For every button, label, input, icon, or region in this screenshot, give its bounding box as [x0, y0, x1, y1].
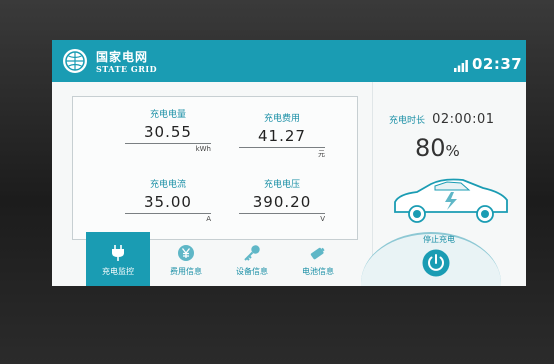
plug-icon	[112, 245, 124, 261]
metric-voltage: 充电电压 390.20 V	[239, 177, 325, 223]
car-charging-icon	[394, 178, 508, 223]
battery-icon	[310, 247, 325, 260]
charge-percent-value: 80	[415, 134, 446, 162]
metric-label: 充电电流	[149, 180, 186, 190]
charge-percent-unit: %	[445, 142, 460, 160]
tab-charging-monitor[interactable]: 充电监控	[86, 232, 150, 286]
metric-unit: kWh	[195, 145, 211, 153]
key-icon	[244, 245, 260, 261]
bottom-tab-bar: 充电监控 费用信息 设备信息 电池信息	[86, 232, 350, 286]
tab-cost-info[interactable]: 费用信息	[154, 232, 218, 286]
header-bar: 国家电网 STATE GRID 02:37	[52, 40, 526, 82]
yen-coin-icon	[178, 245, 194, 261]
metric-value: 41.27	[239, 127, 325, 148]
metric-label: 充电电量	[149, 110, 186, 120]
tab-label: 电池信息	[302, 267, 334, 276]
tab-device-info[interactable]: 设备信息	[220, 232, 284, 286]
tab-label: 充电监控	[102, 267, 134, 276]
signal-strength-icon	[454, 60, 468, 72]
power-button-icon[interactable]	[421, 248, 451, 278]
brand-name-cn: 国家电网	[96, 50, 149, 64]
charge-percent: 80%	[415, 134, 460, 162]
main-content: 充电电量 30.55 kWh 充电费用 41.27 元 充电电流 35.00 A…	[52, 82, 526, 286]
metric-value: 390.20	[239, 193, 325, 214]
clock-time: 02:37	[472, 55, 523, 73]
metrics-panel: 充电电量 30.55 kWh 充电费用 41.27 元 充电电流 35.00 A…	[72, 96, 358, 240]
metric-unit: V	[320, 215, 325, 223]
metric-cost: 充电费用 41.27 元	[239, 111, 325, 159]
metric-value: 35.00	[125, 193, 211, 214]
stop-charging-label: 停止充电	[423, 235, 455, 244]
duration-value: 02:00:01	[432, 112, 495, 127]
state-grid-logo-icon	[63, 49, 87, 73]
charging-duration: 充电时长 02:00:01	[389, 108, 526, 127]
tab-label: 费用信息	[170, 267, 202, 276]
tab-battery-info[interactable]: 电池信息	[286, 232, 350, 286]
charger-screen: 国家电网 STATE GRID 02:37 充电电量 30.55 kWh 充电费…	[52, 40, 526, 286]
metric-unit: 元	[318, 150, 325, 158]
brand-name-en: STATE GRID	[96, 64, 158, 74]
metric-energy: 充电电量 30.55 kWh	[125, 107, 211, 153]
metric-label: 充电费用	[263, 114, 300, 124]
tab-label: 设备信息	[236, 267, 268, 276]
metric-value: 30.55	[125, 123, 211, 144]
metric-label: 充电电压	[263, 180, 300, 190]
duration-label: 充电时长	[389, 116, 426, 126]
metric-unit: A	[206, 215, 211, 223]
charging-status-panel: 充电时长 02:00:01 80% 停止充电	[361, 82, 526, 286]
metric-current: 充电电流 35.00 A	[125, 177, 211, 223]
